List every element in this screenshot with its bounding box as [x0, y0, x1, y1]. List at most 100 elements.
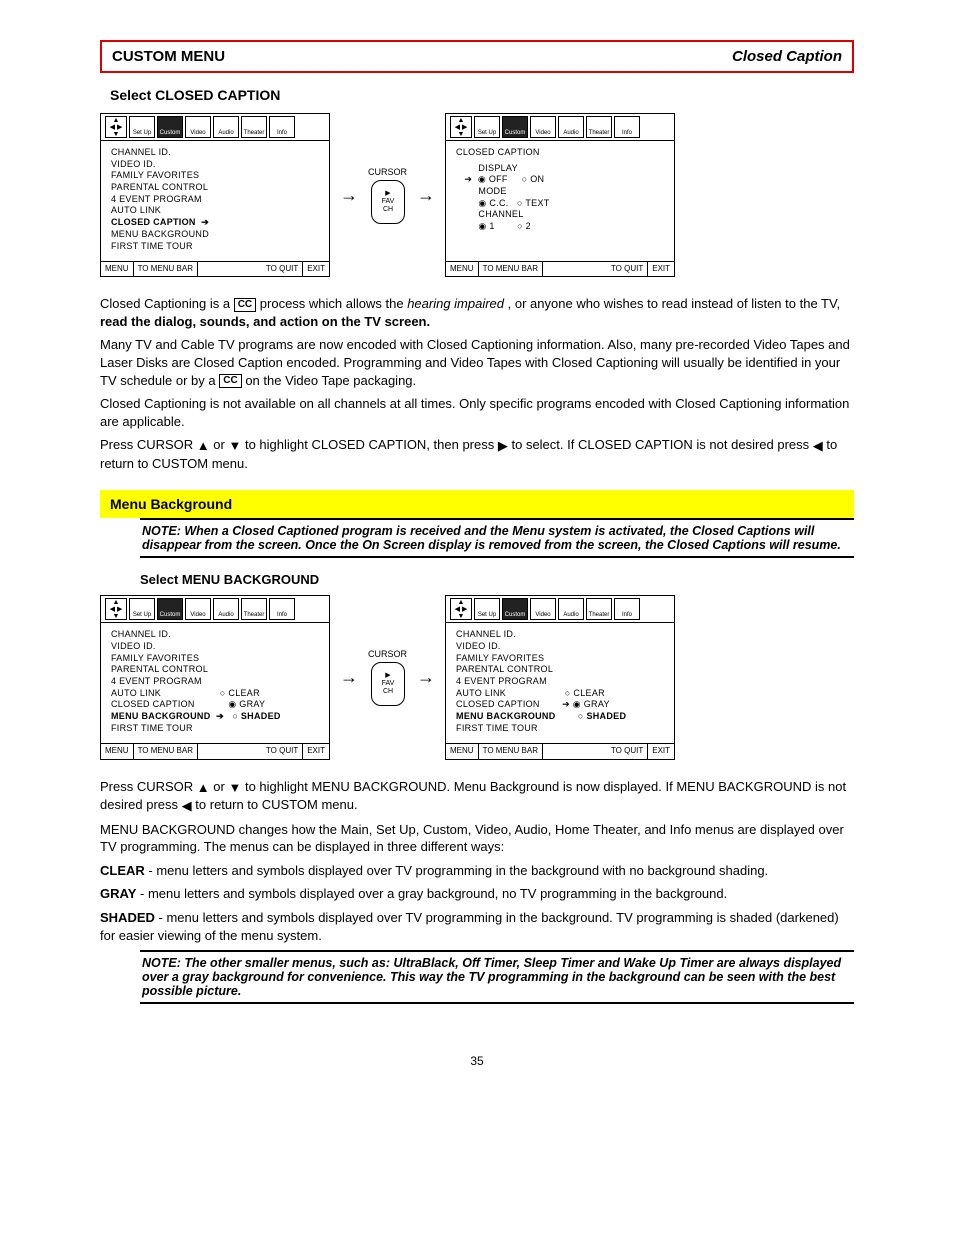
cursor-label: CURSOR	[368, 649, 407, 659]
osd-body: CHANNEL ID. VIDEO ID. FAMILY FAVORITES P…	[446, 623, 674, 743]
tab-info: Info	[614, 116, 640, 138]
cc-icon: CC	[234, 298, 256, 312]
osd-footer: MENU TO MENU BAR TO QUIT EXIT	[446, 261, 674, 276]
tab-audio: Audio	[558, 116, 584, 138]
cc-para3: Closed Captioning is not available on al…	[100, 395, 854, 430]
tab-video: Video	[530, 116, 556, 138]
menu-line: PARENTAL CONTROL	[111, 664, 319, 676]
tab-setup: Set Up	[474, 116, 500, 138]
osd-body: CHANNEL ID. VIDEO ID. FAMILY FAVORITES P…	[101, 141, 329, 261]
text: menu letters and symbols displayed over …	[156, 863, 768, 878]
cc-subtitle: Select CLOSED CAPTION	[110, 87, 854, 103]
up-triangle-icon: ▲	[197, 780, 210, 795]
page-number: 35	[100, 1054, 854, 1068]
nav-arrows-icon: ▲◀ ▶▼	[450, 116, 472, 138]
menu-background-band: Menu Background	[100, 490, 854, 518]
menu-line: 4 EVENT PROGRAM	[456, 676, 664, 688]
down-triangle-icon: ▼	[228, 780, 241, 795]
cc-para4: Press CURSOR ▲ or ▼ to highlight CLOSED …	[100, 436, 854, 472]
menu-line: FAMILY FAVORITES	[111, 653, 319, 665]
mb-diagram: ▲◀ ▶▼ Set Up Custom Video Audio Theater …	[100, 595, 854, 759]
tab-video: Video	[185, 116, 211, 138]
menu-line: FIRST TIME TOUR	[456, 723, 664, 735]
arrow-right-icon: →	[340, 185, 358, 206]
text: on the Video Tape packaging.	[245, 373, 416, 388]
cc-opt: CHANNEL	[456, 209, 664, 221]
text: or	[213, 437, 228, 452]
foot-quit: TO QUIT	[543, 744, 648, 758]
foot-menubar: TO MENU BAR	[479, 744, 543, 758]
cc-opt: ➔ ◉ OFF ○ ON	[456, 174, 664, 186]
foot-quit: TO QUIT	[198, 744, 303, 758]
nav-arrows-icon: ▲◀ ▶▼	[105, 598, 127, 620]
mb-note2: NOTE: The other smaller menus, such as: …	[140, 950, 854, 1004]
osd-footer: MENU TO MENU BAR TO QUIT EXIT	[101, 743, 329, 758]
text: Press CURSOR	[100, 779, 197, 794]
foot-exit: EXIT	[648, 262, 674, 276]
foot-exit: EXIT	[303, 262, 329, 276]
text-italic: hearing impaired	[407, 296, 504, 311]
tab-audio: Audio	[213, 116, 239, 138]
menu-bar: ▲◀ ▶▼ Set Up Custom Video Audio Theater …	[101, 596, 329, 623]
up-triangle-icon: ▲	[197, 438, 210, 453]
foot-exit: EXIT	[648, 744, 674, 758]
osd-footer: MENU TO MENU BAR TO QUIT EXIT	[446, 743, 674, 758]
tab-video: Video	[185, 598, 211, 620]
foot-menu: MENU	[101, 262, 134, 276]
left-triangle-icon: ◀	[813, 438, 823, 453]
tab-audio: Audio	[558, 598, 584, 620]
foot-quit: TO QUIT	[543, 262, 648, 276]
text: Many TV and Cable TV programs are now en…	[100, 337, 850, 387]
tab-setup: Set Up	[129, 598, 155, 620]
tab-custom: Custom	[502, 598, 528, 620]
arrow-right-icon: →	[417, 185, 435, 206]
menu-line: PARENTAL CONTROL	[111, 182, 319, 194]
mb-desc-intro: MENU BACKGROUND changes how the Main, Se…	[100, 821, 854, 856]
cc-opt: ◉ C.C. ○ TEXT	[456, 198, 664, 210]
label: GRAY	[100, 886, 136, 901]
cc-para2: Many TV and Cable TV programs are now en…	[100, 336, 854, 389]
cc-note: NOTE: When a Closed Captioned program is…	[140, 518, 854, 558]
foot-menubar: TO MENU BAR	[134, 744, 198, 758]
foot-exit: EXIT	[303, 744, 329, 758]
osd-closed-caption: ▲◀ ▶▼ Set Up Custom Video Audio Theater …	[445, 113, 675, 277]
menu-line: CHANNEL ID.	[111, 629, 319, 641]
cursor-label: CURSOR	[368, 167, 407, 177]
menu-line: AUTO LINK ○ CLEAR	[456, 688, 664, 700]
osd-mb-left: ▲◀ ▶▼ Set Up Custom Video Audio Theater …	[100, 595, 330, 759]
menu-line-selected: MENU BACKGROUND ➔ ○ SHADED	[111, 711, 319, 723]
menu-bar: ▲◀ ▶▼ Set Up Custom Video Audio Theater …	[446, 114, 674, 141]
cc-diagram: ▲◀ ▶▼ Set Up Custom Video Audio Theater …	[100, 113, 854, 277]
foot-menu: MENU	[446, 262, 479, 276]
fav-ch-button-icon: ▶ FAV CH	[371, 180, 405, 224]
osd-body: CHANNEL ID. VIDEO ID. FAMILY FAVORITES P…	[101, 623, 329, 743]
mb-desc-shaded: SHADED - menu letters and symbols displa…	[100, 909, 854, 944]
cc-opt: DISPLAY	[456, 163, 664, 175]
header-band: CUSTOM MENU Closed Caption	[100, 40, 854, 73]
menu-line: FIRST TIME TOUR	[111, 241, 319, 253]
arrow-right-icon: →	[340, 667, 358, 688]
mb-para1: Press CURSOR ▲ or ▼ to highlight MENU BA…	[100, 778, 854, 815]
menu-line: CLOSED CAPTION ◉ GRAY	[111, 699, 319, 711]
tab-setup: Set Up	[474, 598, 500, 620]
osd-body: CLOSED CAPTION DISPLAY ➔ ◉ OFF ○ ON MODE…	[446, 141, 674, 261]
tab-audio: Audio	[213, 598, 239, 620]
tab-setup: Set Up	[129, 116, 155, 138]
diamond-ch: CH	[382, 688, 392, 696]
cursor-button: CURSOR ▶ FAV CH	[368, 167, 407, 224]
cc-opt: MODE	[456, 186, 664, 198]
left-triangle-icon: ◀	[182, 798, 192, 813]
menu-line: VIDEO ID.	[456, 641, 664, 653]
menu-line: CHANNEL ID.	[456, 629, 664, 641]
right-triangle-icon: ▶	[498, 438, 508, 453]
cc-para1: Closed Captioning is a CC process which …	[100, 295, 854, 330]
menu-line: CHANNEL ID.	[111, 147, 319, 159]
fav-ch-button-icon: ▶ FAV CH	[371, 662, 405, 706]
osd-mb-right: ▲◀ ▶▼ Set Up Custom Video Audio Theater …	[445, 595, 675, 759]
menu-line: 4 EVENT PROGRAM	[111, 194, 319, 206]
cc-icon: CC	[219, 374, 241, 388]
menu-bar: ▲◀ ▶▼ Set Up Custom Video Audio Theater …	[446, 596, 674, 623]
tab-custom: Custom	[157, 116, 183, 138]
tab-info: Info	[614, 598, 640, 620]
tab-video: Video	[530, 598, 556, 620]
